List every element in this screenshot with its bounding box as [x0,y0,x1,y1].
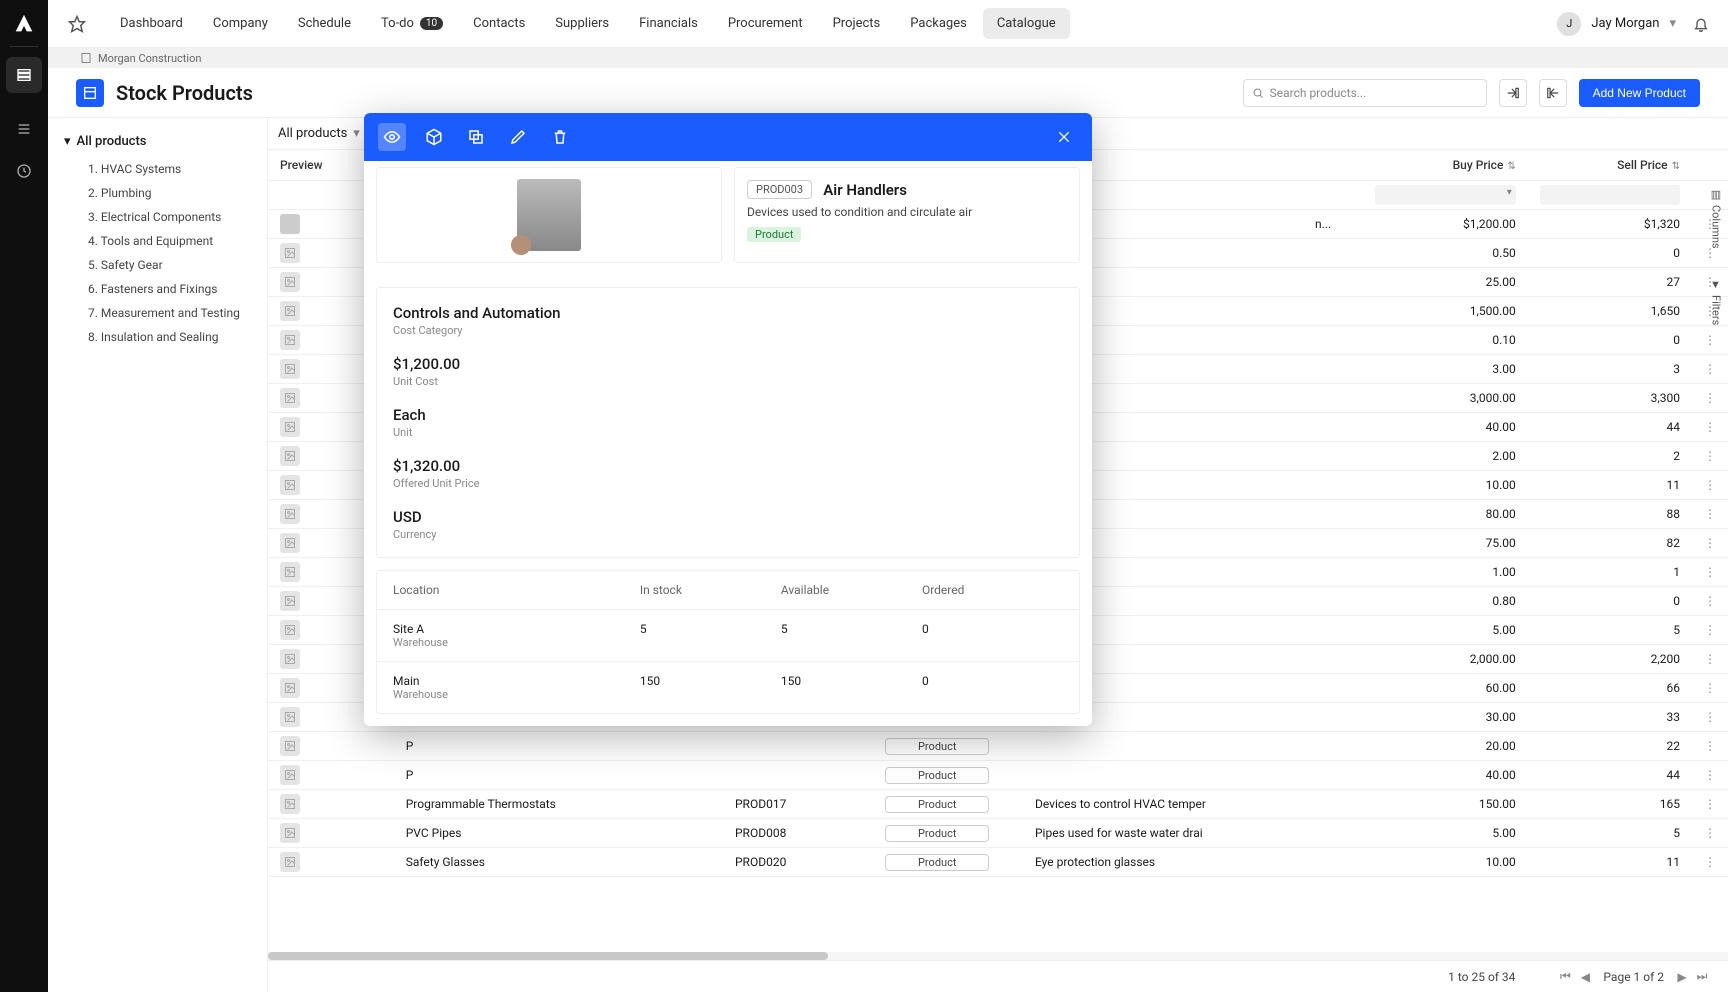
detail-item: USD Currency [393,508,1063,541]
stock-instock: 150 [640,674,781,701]
modal-image-panel [376,167,722,263]
detail-value: $1,320.00 [393,457,1063,475]
stock-available: 5 [781,622,922,649]
stock-ordered: 0 [922,622,1063,649]
stock-col-location: Location [393,583,640,597]
stock-block: Location In stock Available Ordered Site… [376,570,1080,714]
product-description: Devices used to condition and circulate … [747,205,1067,219]
stock-ordered: 0 [922,674,1063,701]
modal-summary: PROD003 Air Handlers Devices used to con… [734,167,1080,263]
modal-toolbar [364,113,1092,161]
detail-value: Each [393,406,1063,424]
modal-package-icon[interactable] [420,123,448,151]
product-details: Controls and Automation Cost Category $1,2… [376,287,1080,558]
stock-col-ordered: Ordered [922,583,1063,597]
modal-backdrop: PROD003 Air Handlers Devices used to con… [0,0,1728,992]
modal-close-icon[interactable] [1050,123,1078,151]
product-code-pill: PROD003 [747,180,812,199]
stock-location: Main [393,674,640,688]
stock-location-sub: Warehouse [393,688,640,701]
detail-item: $1,200.00 Unit Cost [393,355,1063,388]
detail-item: $1,320.00 Offered Unit Price [393,457,1063,490]
detail-item: Each Unit [393,406,1063,439]
detail-value: USD [393,508,1063,526]
detail-label: Unit Cost [393,375,1063,388]
stock-location: Site A [393,622,640,636]
product-type-tag: Product [747,227,801,242]
product-title: Air Handlers [823,181,907,199]
stock-col-instock: In stock [640,583,781,597]
detail-label: Currency [393,528,1063,541]
stock-row: MainWarehouse1501500 [377,662,1079,713]
stock-available: 150 [781,674,922,701]
product-modal: PROD003 Air Handlers Devices used to con… [364,113,1092,726]
product-image [517,179,581,251]
detail-label: Unit [393,426,1063,439]
modal-view-icon[interactable] [378,123,406,151]
stock-instock: 5 [640,622,781,649]
modal-delete-icon[interactable] [546,123,574,151]
stock-location-sub: Warehouse [393,636,640,649]
detail-label: Offered Unit Price [393,477,1063,490]
stock-row: Site AWarehouse550 [377,610,1079,662]
stock-col-available: Available [781,583,922,597]
detail-value: Controls and Automation [393,304,1063,322]
detail-value: $1,200.00 [393,355,1063,373]
detail-label: Cost Category [393,324,1063,337]
detail-item: Controls and Automation Cost Category [393,304,1063,337]
modal-edit-icon[interactable] [504,123,532,151]
modal-copy-icon[interactable] [462,123,490,151]
